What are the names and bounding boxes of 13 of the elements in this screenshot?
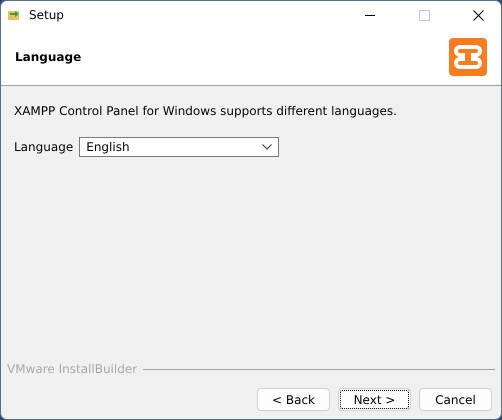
- wizard-button[interactable]: < Back: [257, 388, 330, 411]
- description-text: XAMPP Control Panel for Windows supports different languages.: [14, 104, 398, 118]
- installer-brand: VMware InstallBuilder: [7, 362, 138, 376]
- wizard-button[interactable]: Cancel: [419, 388, 492, 411]
- logo-icon: [449, 38, 487, 76]
- page-title: Language: [15, 50, 82, 64]
- language-dropdown[interactable]: English: [79, 137, 280, 157]
- close-icon[interactable]: [472, 10, 484, 20]
- app-icon: [7, 9, 21, 21]
- wizard-button[interactable]: Next >: [338, 388, 411, 411]
- chevron-icon: [262, 144, 272, 150]
- window-title: Setup: [29, 8, 65, 22]
- language-label: Language: [14, 140, 74, 154]
